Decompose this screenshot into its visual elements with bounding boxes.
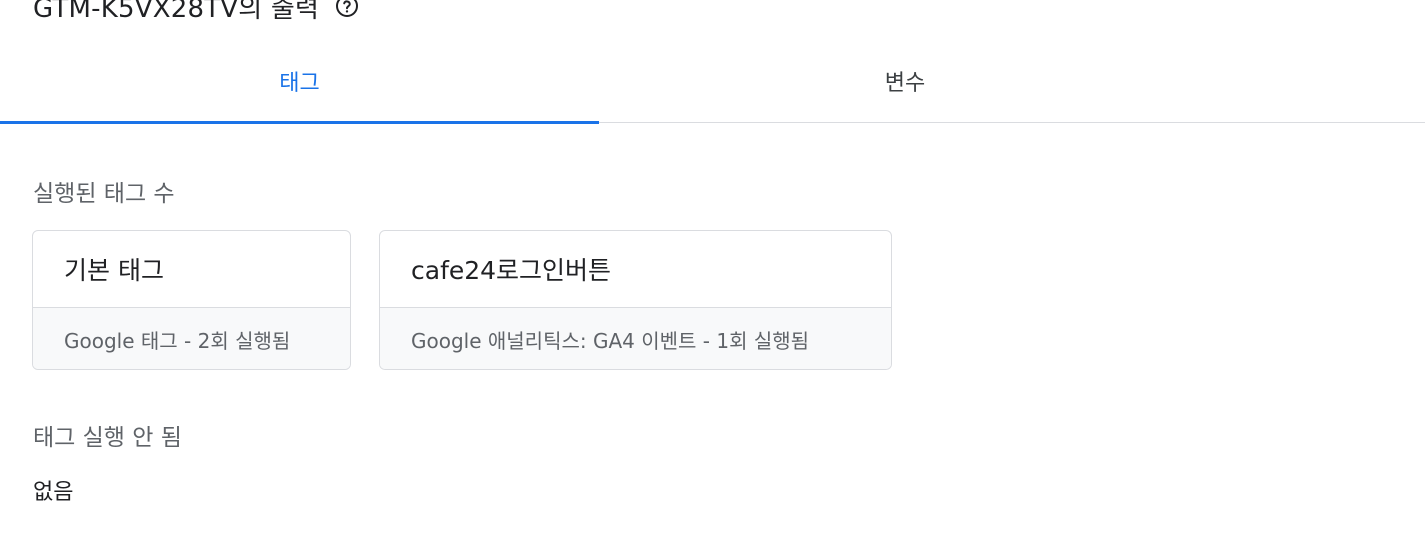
tag-card-name: 기본 태그 — [64, 256, 164, 285]
page-title: GTM-K5VX28TV의 출력 — [33, 0, 320, 24]
tab-variables[interactable]: 변수 — [599, 40, 1211, 122]
not-fired-tags-heading: 태그 실행 안 됨 — [33, 425, 182, 451]
tag-card-detail: Google 태그 - 2회 실행됨 — [33, 307, 350, 369]
page-header: GTM-K5VX28TV의 출력 — [33, 0, 359, 26]
tab-tags[interactable]: 태그 — [0, 40, 599, 124]
tag-card-detail: Google 애널리틱스: GA4 이벤트 - 1회 실행됨 — [380, 307, 891, 369]
tag-assistant-output-page: GTM-K5VX28TV의 출력 태그 변수 실행된 태그 수 기본 태그 Go… — [0, 0, 1425, 540]
tab-bar: 태그 변수 — [0, 40, 1425, 124]
tag-card-name: cafe24로그인버튼 — [411, 256, 612, 285]
tag-card-default[interactable]: 기본 태그 Google 태그 - 2회 실행됨 — [32, 230, 351, 370]
help-circle-icon[interactable] — [335, 0, 359, 18]
fired-tags-list: 기본 태그 Google 태그 - 2회 실행됨 cafe24로그인버튼 Goo… — [32, 230, 892, 370]
tag-card-cafe24-login[interactable]: cafe24로그인버튼 Google 애널리틱스: GA4 이벤트 - 1회 실… — [379, 230, 892, 370]
not-fired-tags-value: 없음 — [33, 480, 74, 505]
fired-tags-heading: 실행된 태그 수 — [33, 181, 175, 207]
